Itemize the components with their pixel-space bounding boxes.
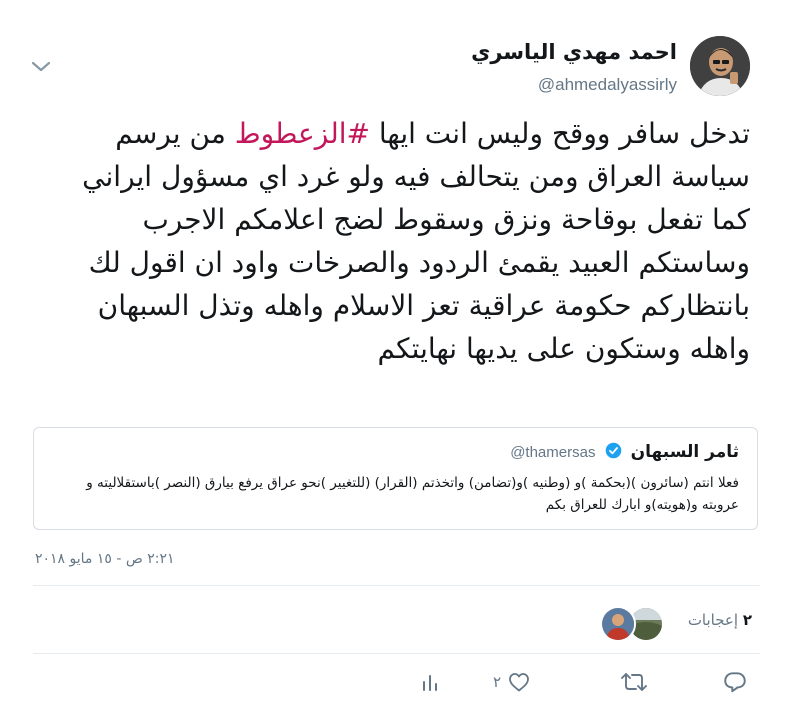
like-count: ٢	[493, 673, 502, 691]
direct-message-button[interactable]	[420, 667, 440, 697]
quoted-author-handle: @thamersas	[510, 444, 596, 461]
hashtag-link[interactable]: #الزعطوط	[235, 117, 370, 150]
tweet-timestamp[interactable]: ٢:٢١ ص - ١٥ مايو ٢٠١٨	[35, 551, 175, 567]
quoted-tweet-text: فعلا انتم (سائرون )(بحكمة )و (وطنيه )و(ت…	[86, 475, 739, 513]
tweet-text: تدخل سافر ووقح وليس انت ايها #الزعطوط من…	[60, 112, 750, 370]
retweet-icon	[620, 669, 648, 695]
verified-badge-icon	[605, 442, 622, 459]
avatar[interactable]	[690, 36, 750, 96]
heart-icon	[507, 670, 531, 694]
tweet-text-part-1: تدخل سافر ووقح وليس انت ايها	[369, 117, 750, 150]
reply-button[interactable]	[722, 667, 748, 697]
author-name[interactable]: احمد مهدي الياسري	[471, 40, 677, 64]
divider	[33, 653, 760, 654]
likes-label[interactable]: ٢ إعجابات	[688, 611, 752, 629]
liker-avatar[interactable]	[600, 606, 636, 642]
like-button[interactable]: ٢	[493, 667, 531, 697]
tweet-card: احمد مهدي الياسري @ahmedalyassirly تدخل …	[0, 0, 800, 717]
reply-icon	[722, 669, 748, 695]
chevron-down-icon[interactable]	[30, 58, 52, 76]
retweet-button[interactable]	[620, 667, 648, 697]
tweet-text-part-2: من يرسم سياسة العراق ومن يتحالف فيه ولو …	[82, 117, 750, 365]
author-handle[interactable]: @ahmedalyassirly	[538, 75, 677, 95]
quoted-tweet-header: ثامر السبهان @thamersas	[510, 442, 739, 462]
likes-text: إعجابات	[687, 611, 739, 629]
quoted-author-name: ثامر السبهان	[630, 442, 739, 462]
divider	[33, 585, 760, 586]
tweet-actions: ٢	[0, 667, 800, 701]
quoted-tweet[interactable]: ثامر السبهان @thamersas فعلا انتم (سائرو…	[33, 427, 758, 530]
likes-count: ٢	[742, 611, 752, 629]
direct-message-icon	[420, 670, 440, 694]
